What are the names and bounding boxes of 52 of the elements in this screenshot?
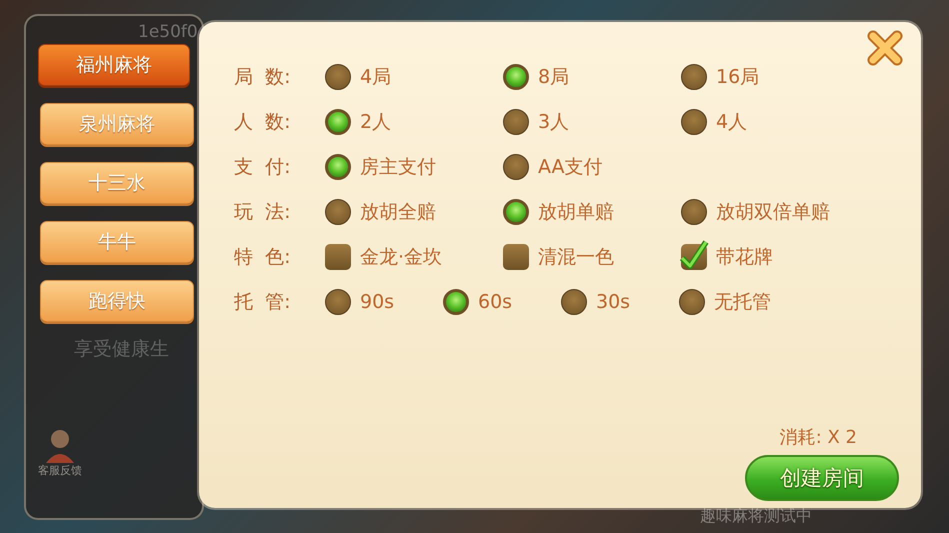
option-label: 30s [596, 290, 630, 312]
game-tab[interactable]: 泉州麻将 [40, 103, 194, 145]
support-label: 客服反馈 [38, 463, 82, 478]
setting-label: 特 色: [234, 244, 292, 270]
radio-button[interactable] [443, 288, 469, 314]
option-label: 3人 [538, 110, 570, 134]
option-label: 带花牌 [716, 244, 773, 270]
option-label: 房主支付 [360, 154, 436, 180]
setting-label: 支 付: [234, 154, 292, 180]
checkbox[interactable] [503, 244, 529, 270]
game-tab[interactable]: 福州麻将 [38, 44, 190, 86]
option-label: 清混一色 [538, 244, 614, 270]
option-label: 60s [478, 290, 512, 312]
checkbox[interactable] [325, 244, 351, 270]
radio-button[interactable] [681, 64, 707, 90]
option-label: AA支付 [538, 154, 603, 180]
close-button[interactable] [865, 28, 905, 68]
cost-text: 消耗: X 2 [780, 426, 857, 449]
option-label: 金龙·金坎 [360, 244, 442, 270]
radio-button[interactable] [679, 288, 705, 314]
radio-button[interactable] [503, 64, 529, 90]
radio-button[interactable] [561, 288, 587, 314]
option-label: 8局 [538, 64, 570, 90]
user-id: 1e50f0 [138, 22, 198, 44]
game-tab[interactable]: 十三水 [40, 162, 194, 204]
option-label: 90s [360, 290, 394, 312]
radio-button[interactable] [503, 198, 529, 224]
radio-button[interactable] [325, 288, 351, 314]
create-room-button[interactable]: 创建房间 [745, 455, 899, 501]
radio-button[interactable] [325, 154, 351, 180]
option-label: 2人 [360, 110, 392, 134]
footer-text: 趣味麻将测试中 [700, 506, 812, 527]
radio-button[interactable] [503, 108, 529, 134]
setting-label: 人 数: [234, 110, 292, 134]
option-label: 16局 [716, 64, 760, 90]
option-label: 放胡全赔 [360, 200, 436, 224]
option-label: 放胡双倍单赔 [716, 200, 830, 224]
game-tab[interactable]: 跑得快 [40, 280, 194, 322]
radio-button[interactable] [681, 108, 707, 134]
option-label: 放胡单赔 [538, 200, 614, 224]
option-label: 无托管 [714, 290, 771, 314]
radio-button[interactable] [325, 64, 351, 90]
radio-button[interactable] [503, 154, 529, 180]
option-label: 4局 [360, 64, 392, 90]
option-label: 4人 [716, 110, 748, 134]
setting-label: 局 数: [234, 64, 292, 90]
radio-button[interactable] [325, 108, 351, 134]
game-tab[interactable]: 牛牛 [40, 221, 194, 263]
radio-button[interactable] [681, 198, 707, 224]
setting-label: 玩 法: [234, 200, 292, 224]
setting-label: 托 管: [234, 290, 292, 314]
radio-button[interactable] [325, 198, 351, 224]
